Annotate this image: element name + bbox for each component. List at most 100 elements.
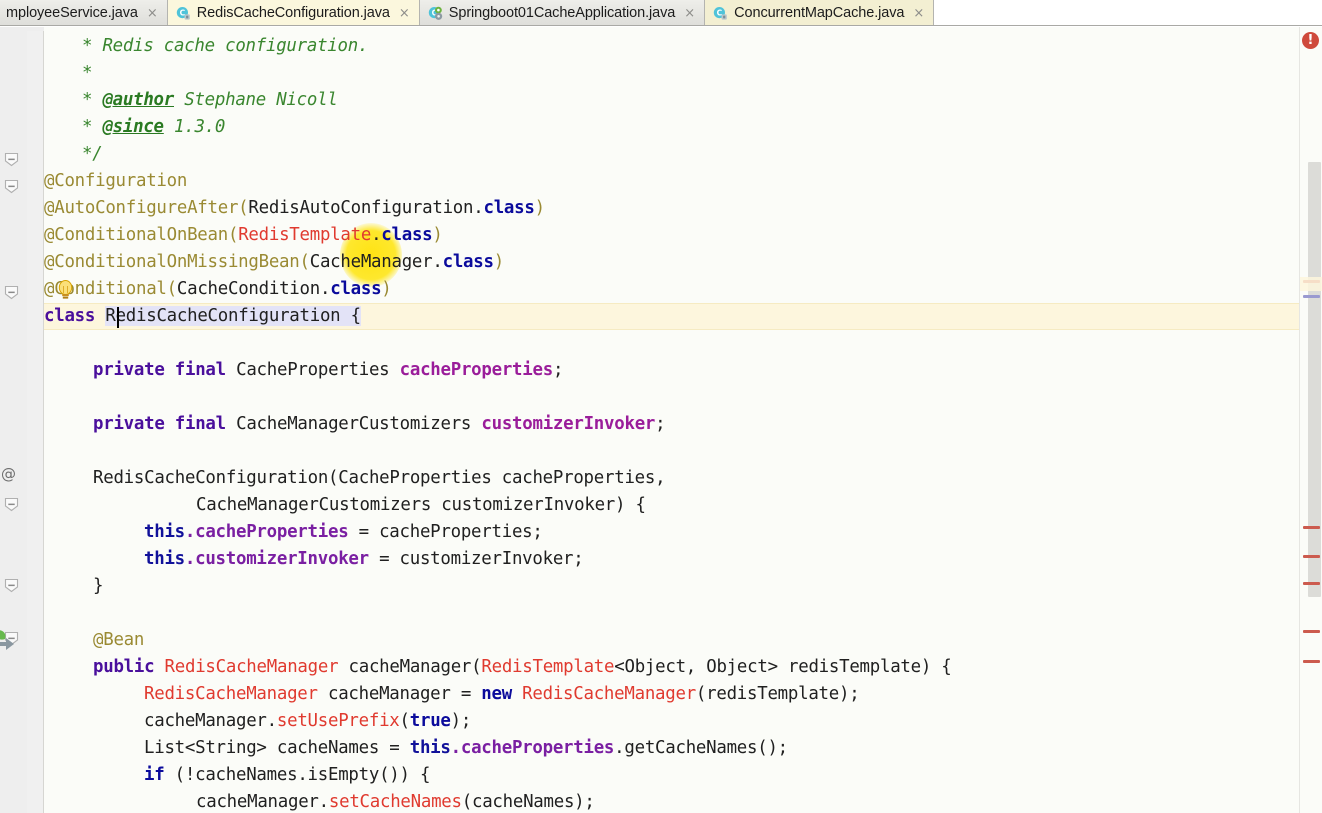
code-token: @ConditionalOnBean( <box>44 225 238 245</box>
code-line: @ConditionalOnMissingBean(CacheManager.c… <box>44 249 504 276</box>
implemented-method-arrow-icon[interactable] <box>0 627 18 656</box>
code-line: * <box>82 60 92 87</box>
inspection-error-badge[interactable]: ! <box>1302 32 1319 49</box>
tab-RedisCacheConfiguration[interactable]: C RedisCacheConfiguration.java × <box>168 0 420 26</box>
error-stripe-mark[interactable] <box>1303 555 1320 558</box>
tab-label: ConcurrentMapCache.java <box>728 5 904 21</box>
annotation-at-icon[interactable]: @ <box>1 465 16 483</box>
code-text-area[interactable]: * Redis cache configuration. * * @author… <box>44 27 1322 813</box>
vertical-scrollbar-thumb[interactable] <box>1308 162 1321 597</box>
code-line: private final CacheProperties cachePrope… <box>93 357 563 384</box>
tab-close-icon[interactable]: × <box>147 7 158 20</box>
tab-close-icon[interactable]: × <box>913 7 924 20</box>
code-token: * <box>82 63 92 83</box>
code-token: = customizerInvoker; <box>369 549 584 569</box>
field-ref-cacheProperties: .cacheProperties <box>185 522 349 542</box>
error-stripe-mark[interactable] <box>1303 582 1320 585</box>
code-token: * <box>82 36 92 56</box>
code-line: @Bean <box>93 627 144 654</box>
code-token: 1.3.0 <box>164 117 225 137</box>
spring-boot-class-icon: C <box>428 6 443 21</box>
code-token: ( <box>400 711 410 731</box>
space <box>95 306 105 326</box>
caret-line-stripe-mark <box>1300 277 1322 291</box>
code-token: } <box>93 576 103 596</box>
code-line: @Configuration <box>44 168 187 195</box>
code-line: CacheManagerCustomizers customizerInvoke… <box>196 492 646 519</box>
tab-EmployeeService[interactable]: mployeeService.java × <box>0 0 168 26</box>
field-cacheProperties: cacheProperties <box>400 360 553 380</box>
editor-tab-bar: mployeeService.java × C RedisCacheConfig… <box>0 0 1322 26</box>
code-token: ) <box>432 225 442 245</box>
tab-Springboot01CacheApplication[interactable]: C Springboot01CacheApplication.java × <box>420 0 705 26</box>
fold-collapse-icon[interactable] <box>4 497 19 512</box>
code-token: cacheManager. <box>144 711 277 731</box>
code-token: class <box>381 225 432 245</box>
unresolved-setCacheNames: setCacheNames <box>329 792 462 812</box>
field-ref-customizerInvoker: .customizerInvoker <box>185 549 369 569</box>
code-token: class <box>330 279 381 299</box>
tab-close-icon[interactable]: × <box>399 7 410 20</box>
tab-close-icon[interactable]: × <box>684 7 695 20</box>
code-token: Redis cache configuration. <box>92 36 368 56</box>
field-ref-cacheProperties: .cacheProperties <box>451 738 615 758</box>
error-stripe-mark[interactable] <box>1303 660 1320 663</box>
fold-collapse-icon[interactable] <box>4 179 19 194</box>
code-line: public RedisCacheManager cacheManager(Re… <box>93 654 952 681</box>
unresolved-setUsePrefix: setUsePrefix <box>277 711 400 731</box>
code-editor[interactable]: @ * Redis cache configuration. * * @auth… <box>0 27 1322 813</box>
code-line: */ <box>82 141 102 168</box>
code-token: = cacheProperties; <box>348 522 542 542</box>
tab-label: Springboot01CacheApplication.java <box>443 5 675 21</box>
code-line: if (!cacheNames.isEmpty()) { <box>144 762 430 789</box>
fold-collapse-icon[interactable] <box>4 578 19 593</box>
code-line: RedisCacheConfiguration(CacheProperties … <box>93 465 665 492</box>
fold-collapse-icon[interactable] <box>4 285 19 300</box>
code-token: { <box>340 306 360 326</box>
tab-ConcurrentMapCache[interactable]: C ConcurrentMapCache.java × <box>705 0 934 26</box>
code-line: * @since 1.3.0 <box>82 114 225 141</box>
code-token: cacheManager. <box>196 792 329 812</box>
code-line: cacheManager.setUsePrefix(true); <box>144 708 471 735</box>
code-token: cacheManager = <box>318 684 482 704</box>
error-stripe-and-scrollbar[interactable]: ! <box>1300 27 1322 813</box>
code-token: . <box>371 225 381 245</box>
code-line: this.customizerInvoker = customizerInvok… <box>144 546 583 573</box>
code-token: @ConditionalOnMissingBean( <box>44 252 310 272</box>
unresolved-RedisCacheManager: RedisCacheManager <box>512 684 696 704</box>
tab-label: mployeeService.java <box>0 5 138 21</box>
code-line: * Redis cache configuration. <box>82 33 368 60</box>
code-line: cacheManager.setCacheNames(cacheNames); <box>196 789 595 813</box>
code-line: @ConditionalOnBean(RedisTemplate.class) <box>44 222 443 249</box>
code-line: @Conditional(CacheCondition.class) <box>44 276 392 303</box>
keyword-this: this <box>410 738 451 758</box>
code-folding-gutter[interactable] <box>27 27 44 813</box>
code-token: * <box>82 117 102 137</box>
code-token: Stephane Nicoll <box>174 90 338 110</box>
annotation-Bean: @Bean <box>93 630 144 650</box>
code-token: * <box>82 90 102 110</box>
lightbulb-icon[interactable] <box>55 279 76 306</box>
fold-collapse-icon[interactable] <box>4 152 19 167</box>
javadoc-since-tag: @since <box>102 117 163 137</box>
error-stripe-mark[interactable] <box>1303 630 1320 633</box>
code-token: ) <box>494 252 504 272</box>
unresolved-RedisCacheManager: RedisCacheManager <box>144 684 318 704</box>
keyword-true: true <box>410 711 451 731</box>
unresolved-RedisCacheManager: RedisCacheManager <box>154 657 338 677</box>
unresolved-RedisTemplate: RedisTemplate <box>238 225 371 245</box>
code-token: <Object, Object> redisTemplate) { <box>614 657 951 677</box>
text-caret <box>117 307 119 328</box>
java-class-icon: C <box>713 6 728 21</box>
annotation-gutter[interactable] <box>0 27 27 813</box>
class-name-identifier: RedisCacheConfiguration <box>105 306 340 326</box>
unresolved-RedisTemplate: RedisTemplate <box>481 657 614 677</box>
code-line: List<String> cacheNames = this.cacheProp… <box>144 735 788 762</box>
error-stripe-mark[interactable] <box>1303 526 1320 529</box>
keyword-if: if <box>144 765 164 785</box>
code-line: this.cacheProperties = cacheProperties; <box>144 519 543 546</box>
keyword-public: public <box>93 657 154 677</box>
code-token: private final <box>93 360 226 380</box>
code-line: * @author Stephane Nicoll <box>82 87 338 114</box>
code-token: cacheManager( <box>338 657 481 677</box>
